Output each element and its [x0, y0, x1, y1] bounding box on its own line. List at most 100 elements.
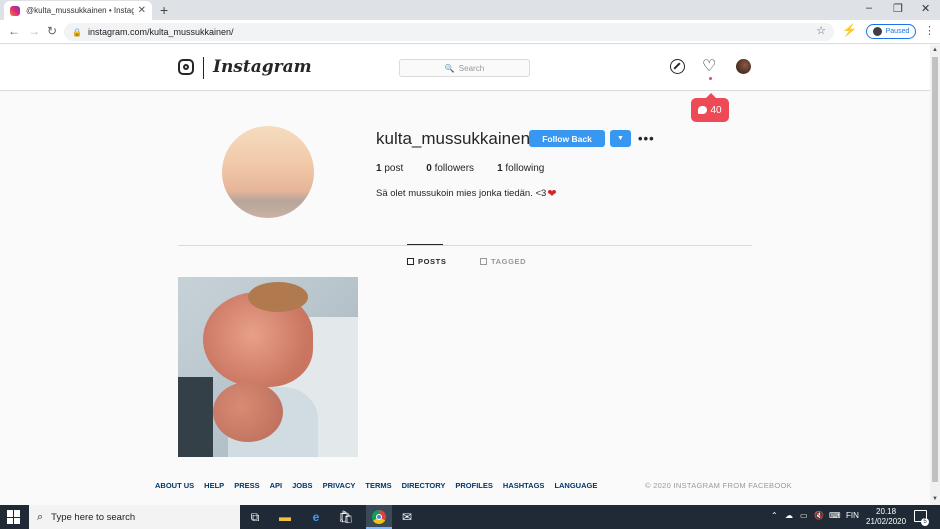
- close-window-button[interactable]: ✕: [921, 2, 930, 15]
- explore-compass-icon[interactable]: [670, 59, 685, 74]
- forward-arrow-icon[interactable]: →: [28, 24, 40, 38]
- footer-link-privacy[interactable]: PRIVACY: [323, 481, 356, 490]
- activity-heart-icon[interactable]: ♡: [702, 56, 716, 76]
- search-input[interactable]: 🔍 Search: [399, 59, 530, 77]
- followers-stat[interactable]: 0 followers: [426, 163, 474, 174]
- file-explorer-icon[interactable]: ▬: [276, 508, 294, 526]
- volume-icon[interactable]: 🔇: [814, 511, 824, 520]
- following-stat[interactable]: 1 following: [497, 163, 544, 174]
- mail-icon[interactable]: ✉: [398, 508, 416, 526]
- tagged-icon: [480, 258, 487, 265]
- instagram-camera-icon[interactable]: [178, 59, 194, 75]
- url-text: instagram.com/kulta_mussukkainen/: [87, 27, 234, 37]
- tab-title: @kulta_mussukkainen • Instagram: [26, 6, 134, 15]
- footer-link-press[interactable]: PRESS: [234, 481, 259, 490]
- windows-start-icon[interactable]: [7, 510, 21, 524]
- maximize-button[interactable]: ❐: [893, 2, 903, 15]
- profile-avatar[interactable]: [736, 59, 751, 74]
- bio-text: Sä olet mussukoin mies jonka tiedän. <3: [376, 188, 547, 199]
- action-center-count: 5: [921, 518, 929, 526]
- notification-count: 40: [710, 104, 722, 116]
- comment-icon: [698, 106, 708, 114]
- more-options-icon[interactable]: •••: [638, 131, 655, 146]
- profile-bio: Sä olet mussukoin mies jonka tiedän. <3 …: [376, 187, 557, 200]
- photo-background: [178, 377, 213, 457]
- posts-stat: 1 post: [376, 163, 403, 174]
- instagram-favicon-icon: [10, 5, 20, 16]
- followers-count: 0: [426, 163, 432, 174]
- footer-link-hashtags[interactable]: HASHTAGS: [503, 481, 545, 490]
- tabs-divider: [178, 245, 752, 246]
- logo-separator: [203, 57, 204, 79]
- footer-links: ABOUT US HELP PRESS API JOBS PRIVACY TER…: [155, 481, 607, 490]
- active-tab-indicator: [407, 244, 443, 245]
- scroll-up-icon[interactable]: ▲: [932, 47, 938, 53]
- bookmark-star-icon[interactable]: ☆: [816, 24, 826, 37]
- copyright-text: © 2020 INSTAGRAM FROM FACEBOOK: [645, 481, 792, 490]
- profile-stats: 1 post 0 followers 1 following: [376, 163, 567, 174]
- instagram-wordmark[interactable]: Instagram: [213, 57, 312, 77]
- paused-label: Paused: [885, 28, 910, 35]
- instagram-header: Instagram 🔍 Search ♡: [0, 45, 930, 91]
- posts-label: post: [384, 163, 404, 174]
- reload-icon[interactable]: ↻: [47, 24, 57, 38]
- footer-link-about[interactable]: ABOUT US: [155, 481, 194, 490]
- post-thumbnail[interactable]: [178, 277, 358, 457]
- battery-icon[interactable]: ▭: [800, 511, 808, 520]
- search-icon: 🔍: [444, 63, 455, 73]
- footer-link-directory[interactable]: DIRECTORY: [402, 481, 446, 490]
- extension-bolt-icon[interactable]: ⚡: [842, 23, 857, 37]
- taskbar-search-placeholder: Type here to search: [51, 511, 136, 523]
- tab-posts-label: POSTS: [418, 257, 447, 266]
- followers-label: followers: [434, 163, 475, 174]
- scrollbar-thumb[interactable]: [932, 57, 938, 482]
- chrome-app-icon[interactable]: [370, 508, 388, 526]
- search-placeholder: Search: [458, 63, 485, 73]
- profile-paused-button[interactable]: Paused: [866, 24, 916, 39]
- store-icon[interactable]: 🛍: [337, 508, 355, 526]
- footer-link-api[interactable]: API: [270, 481, 283, 490]
- grid-icon: [407, 258, 414, 265]
- follow-back-button[interactable]: Follow Back: [529, 130, 605, 147]
- lock-icon: 🔒: [72, 27, 82, 37]
- tab-tagged[interactable]: TAGGED: [480, 257, 526, 266]
- activity-notification-badge[interactable]: 40: [691, 93, 729, 122]
- footer-link-profiles[interactable]: PROFILES: [455, 481, 493, 490]
- back-arrow-icon[interactable]: ←: [8, 24, 20, 38]
- tray-expand-icon[interactable]: ⌃: [771, 511, 778, 520]
- language-indicator[interactable]: FIN: [846, 511, 859, 520]
- clock-time: 20.18: [876, 507, 897, 516]
- onedrive-icon[interactable]: ☁: [785, 511, 793, 520]
- scroll-down-icon[interactable]: ▼: [932, 496, 938, 502]
- chrome-menu-icon[interactable]: ⋮: [924, 24, 935, 37]
- new-tab-button[interactable]: +: [160, 2, 168, 18]
- profile-avatar-icon: [872, 27, 882, 36]
- footer-link-terms[interactable]: TERMS: [365, 481, 391, 490]
- profile-picture[interactable]: [222, 126, 314, 218]
- browser-toolbar: ← → ↻ 🔒 instagram.com/kulta_mussukkainen…: [0, 20, 940, 44]
- edge-browser-icon[interactable]: e: [307, 508, 325, 526]
- activity-dot: [709, 77, 712, 80]
- browser-tab-strip: @kulta_mussukkainen • Instagram ✕ + – ❐ …: [0, 0, 940, 20]
- following-count: 1: [497, 163, 503, 174]
- photo-man-hair: [248, 282, 308, 312]
- suggestions-dropdown-button[interactable]: ▼: [610, 130, 631, 147]
- minimize-button[interactable]: –: [866, 2, 872, 14]
- red-heart-emoji: ❤: [547, 188, 557, 200]
- network-icon[interactable]: ⌨: [829, 511, 841, 520]
- clock-date: 21/02/2020: [866, 517, 907, 526]
- taskbar-clock[interactable]: 20.18 21/02/2020: [866, 507, 906, 527]
- tab-posts[interactable]: POSTS: [407, 257, 446, 266]
- address-bar[interactable]: 🔒 instagram.com/kulta_mussukkainen/ ☆: [64, 23, 834, 41]
- taskbar-search-icon: ⌕: [37, 510, 44, 523]
- footer-link-help[interactable]: HELP: [204, 481, 224, 490]
- taskbar-search-input[interactable]: ⌕ Type here to search: [29, 505, 240, 529]
- footer-link-jobs[interactable]: JOBS: [292, 481, 312, 490]
- task-view-icon[interactable]: ⧉: [246, 508, 264, 526]
- posts-count: 1: [376, 163, 382, 174]
- photo-baby: [213, 382, 283, 442]
- browser-tab[interactable]: @kulta_mussukkainen • Instagram ✕: [4, 1, 152, 20]
- following-label: following: [505, 163, 545, 174]
- tab-close-icon[interactable]: ✕: [138, 5, 146, 16]
- footer-link-language[interactable]: LANGUAGE: [554, 481, 597, 490]
